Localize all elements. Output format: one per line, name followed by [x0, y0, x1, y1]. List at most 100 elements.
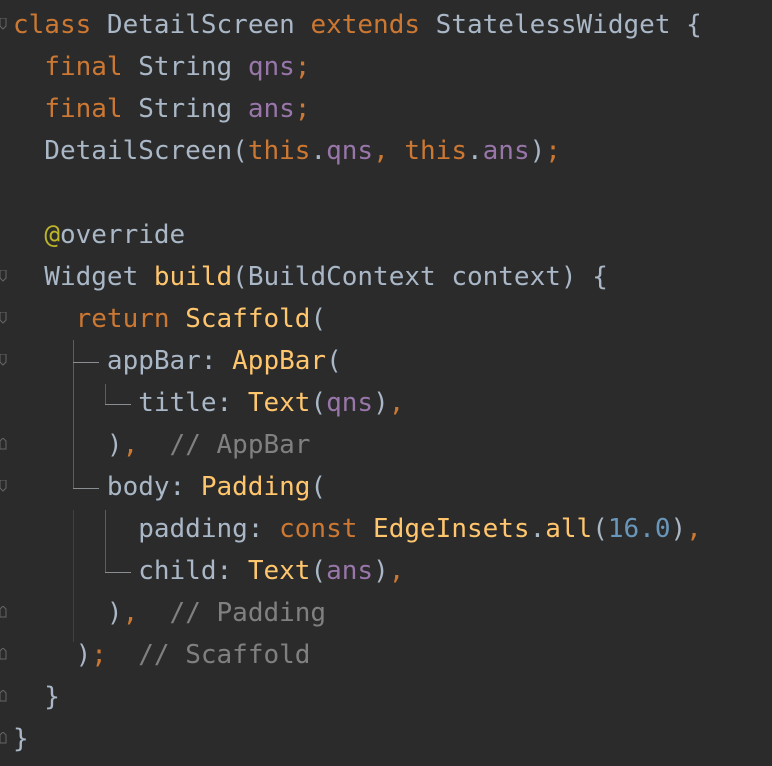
code-token: DetailScreen	[91, 10, 311, 40]
indent-guide	[105, 510, 106, 572]
code-token: )	[13, 640, 92, 670]
code-token: String	[122, 94, 248, 124]
code-line[interactable]: }	[13, 718, 29, 760]
code-token: ;	[91, 640, 107, 670]
indent-guide	[73, 362, 99, 363]
code-token: child:	[13, 556, 248, 586]
code-token: EdgeInsets	[373, 514, 530, 544]
code-token: extends	[310, 10, 421, 40]
code-token: Scaffold	[185, 304, 311, 334]
code-token: qns	[326, 388, 374, 418]
code-token: (	[592, 514, 608, 544]
code-line[interactable]: child: Text(ans),	[13, 550, 404, 592]
code-line[interactable]: final String qns;	[13, 46, 310, 88]
fold-icon[interactable]	[0, 18, 8, 30]
code-token: String	[122, 52, 248, 82]
fold-icon[interactable]	[0, 606, 8, 618]
fold-icon[interactable]	[0, 312, 8, 324]
code-token: const	[279, 514, 358, 544]
fold-icon[interactable]	[0, 438, 8, 450]
code-token: }	[13, 682, 60, 712]
code-token: // Padding	[169, 598, 327, 628]
code-token: ,	[388, 556, 405, 586]
fold-icon[interactable]	[0, 480, 8, 492]
code-token: this	[247, 136, 311, 166]
fold-icon[interactable]	[0, 648, 8, 660]
code-token: ,	[388, 388, 405, 418]
code-token: Widget	[13, 262, 154, 292]
code-token: DetailScreen(	[13, 136, 248, 166]
code-editor[interactable]: class DetailScreen extends StatelessWidg…	[0, 0, 772, 766]
code-token: (	[310, 472, 327, 502]
code-line[interactable]: DetailScreen(this.qns, this.ans);	[13, 130, 561, 172]
code-line[interactable]: padding: const EdgeInsets.all(16.0),	[13, 508, 702, 550]
code-token: ans	[326, 556, 374, 586]
code-token: )	[373, 556, 389, 586]
code-token: ;	[545, 136, 561, 166]
code-token: title:	[13, 388, 248, 418]
code-token: ans	[247, 94, 295, 124]
code-token: build	[153, 262, 233, 292]
code-token: // Scaffold	[138, 640, 311, 670]
code-line[interactable]: @override	[13, 214, 185, 256]
code-token: ,	[122, 430, 139, 460]
code-line[interactable]: }	[13, 676, 60, 718]
code-line[interactable]: Widget build(BuildContext context) {	[13, 256, 608, 298]
code-token: ,	[686, 514, 702, 544]
indent-guide	[105, 404, 131, 405]
code-line[interactable]: ); // Scaffold	[13, 634, 311, 676]
code-token: Text	[247, 388, 311, 418]
code-line[interactable]: appBar: AppBar(	[13, 340, 342, 382]
code-token: Text	[247, 556, 311, 586]
indent-guide	[73, 488, 99, 489]
code-token: all	[545, 514, 593, 544]
code-token: .	[529, 514, 546, 544]
code-token: ,	[373, 136, 405, 166]
code-token: Padding	[200, 472, 311, 502]
indent-guide	[105, 572, 131, 573]
code-line[interactable]: return Scaffold(	[13, 298, 326, 340]
code-token: @	[44, 220, 60, 250]
code-token: AppBar	[232, 346, 327, 376]
code-line[interactable]: final String ans;	[13, 88, 310, 130]
code-token: )	[13, 430, 123, 460]
code-token: 16.0	[607, 514, 671, 544]
code-token: this	[404, 136, 467, 166]
code-token: return	[75, 304, 170, 334]
code-token: ;	[294, 94, 311, 124]
code-token: class	[13, 10, 92, 40]
code-token: }	[13, 724, 29, 754]
code-token: padding:	[13, 514, 280, 544]
code-token: (	[310, 304, 327, 334]
code-token: qns	[326, 136, 374, 166]
code-token: ,	[122, 598, 139, 628]
code-token: )	[13, 598, 123, 628]
code-token: ans	[482, 136, 530, 166]
code-token: (	[310, 556, 327, 586]
code-token: appBar:	[13, 346, 233, 376]
fold-icon[interactable]	[0, 690, 8, 702]
code-token: (	[310, 388, 327, 418]
code-line[interactable]: class DetailScreen extends StatelessWidg…	[13, 4, 702, 46]
code-token: .	[310, 136, 327, 166]
code-line[interactable]: ), // AppBar	[13, 424, 311, 466]
fold-icon[interactable]	[0, 270, 8, 282]
code-line[interactable]: title: Text(qns),	[13, 382, 404, 424]
code-line[interactable]: ), // Padding	[13, 592, 326, 634]
code-token: qns	[247, 52, 295, 82]
code-line[interactable]: body: Padding(	[13, 466, 326, 508]
code-token: )	[529, 136, 546, 166]
fold-icon[interactable]	[0, 354, 8, 366]
code-token: final	[44, 94, 123, 124]
code-token: StatelessWidget {	[420, 10, 702, 40]
code-token: // AppBar	[169, 430, 311, 460]
fold-icon[interactable]	[0, 732, 8, 744]
